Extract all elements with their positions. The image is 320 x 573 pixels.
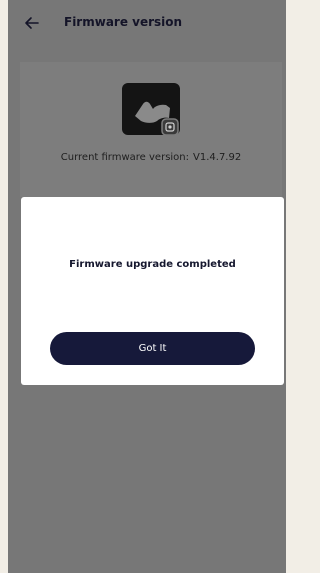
- firmware-label: Current firmware version:: [60, 152, 190, 163]
- back-button[interactable]: [22, 13, 42, 33]
- upgrade-complete-dialog: Firmware upgrade completed Got It: [21, 197, 284, 385]
- device-icon: [122, 83, 182, 137]
- arrow-left-icon: [25, 17, 39, 29]
- firmware-value: V1.4.7.92: [193, 152, 242, 163]
- app-screen: Firmware version Current firmware versio…: [8, 0, 286, 573]
- dialog-message: Firmware upgrade completed: [69, 259, 236, 270]
- page-title: Firmware version: [64, 15, 183, 29]
- firmware-version-text: Current firmware version: V1.4.7.92: [20, 152, 282, 163]
- camera-app-icon: [122, 83, 180, 136]
- got-it-button[interactable]: Got It: [50, 332, 255, 365]
- top-bar: Firmware version: [8, 0, 286, 50]
